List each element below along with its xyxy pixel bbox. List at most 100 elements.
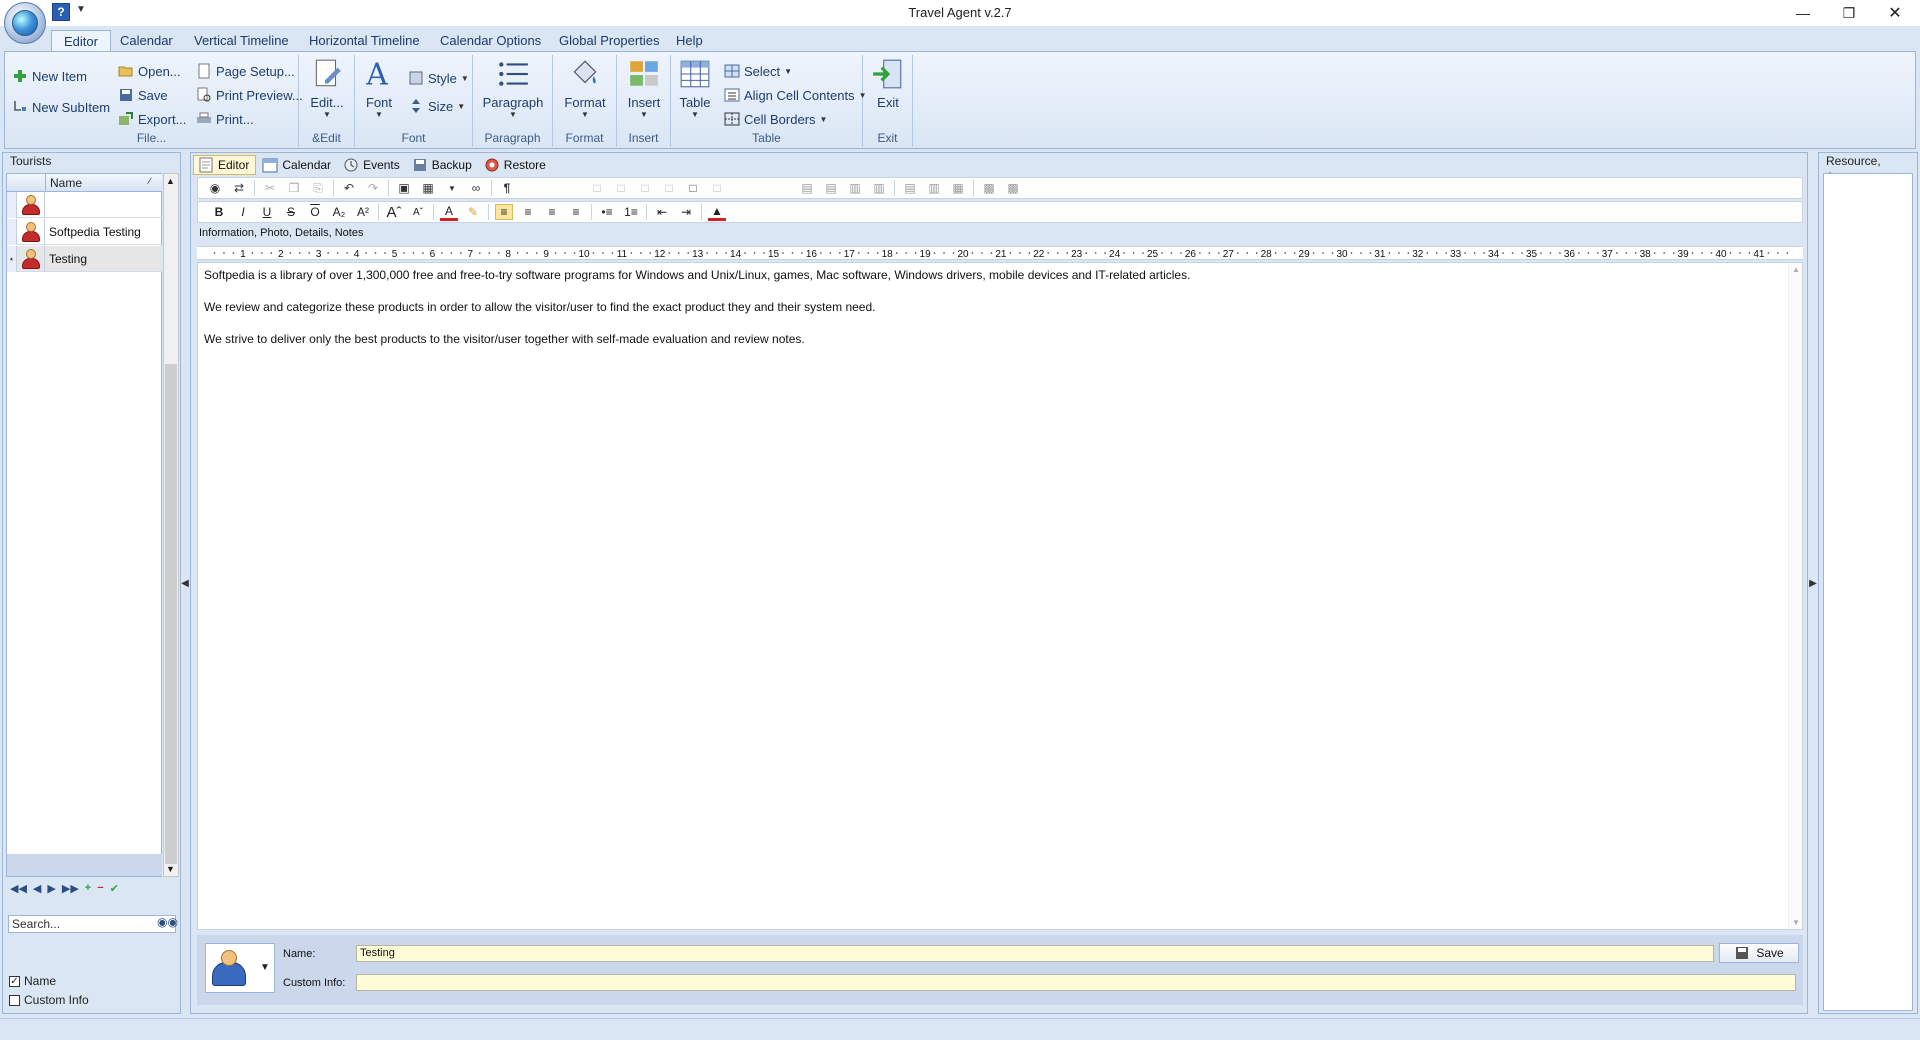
resource-list[interactable] [1823,173,1913,1011]
help-icon[interactable]: ? [52,3,70,21]
delete-table-icon[interactable]: ▦ [949,181,967,195]
italic-icon[interactable]: I [234,205,252,219]
subscript-icon[interactable]: A₂ [330,205,348,219]
superscript-icon[interactable]: A² [354,205,372,219]
insert-row-above-icon[interactable]: ▤ [798,181,816,195]
delete-column-icon[interactable]: ▥ [925,181,943,195]
open-button[interactable]: Open... [115,60,184,82]
justify-icon[interactable]: ≡ [567,205,585,219]
save-button[interactable]: Save [1719,943,1799,963]
ribbon-tab-editor[interactable]: Editor [51,30,111,52]
find-icon[interactable]: ◉ [206,181,224,195]
close-button[interactable]: ✕ [1872,0,1918,26]
tourist-row[interactable] [7,191,162,218]
new-subitem-button[interactable]: New SubItem [9,96,113,118]
shrink-font-icon[interactable]: Aˇ [409,207,427,218]
ribbon-tab-global-properties[interactable]: Global Properties [547,30,671,52]
name-filter-checkbox[interactable]: ✓ Name [9,973,56,989]
ribbon-tab-horizontal-timeline[interactable]: Horizontal Timeline [297,30,432,52]
border-outside-icon[interactable]: □ [612,181,630,195]
copy-icon[interactable]: ❐ [285,181,303,195]
format-button[interactable]: Format ▼ [559,57,611,127]
binoculars-icon[interactable]: ◉◉ [157,915,178,933]
font-button[interactable]: A Font ▼ [357,57,401,127]
grid-icon-column-header[interactable] [17,174,46,191]
edit-button[interactable]: Edit... ▼ [303,57,351,127]
name-column-header[interactable]: Name [50,176,82,190]
paragraph-button[interactable]: Paragraph ▼ [479,57,547,127]
scroll-thumb[interactable] [165,364,177,864]
insert-table-icon[interactable]: ▦ [419,181,437,195]
font-color-icon[interactable]: A [440,204,458,221]
hyperlink-icon[interactable]: ∞ [467,181,485,195]
first-record-icon[interactable]: ◀◀ [10,882,27,895]
tourist-row-selected[interactable]: ⋆ Testing [7,245,162,272]
bold-icon[interactable]: B [210,205,228,219]
page-setup-button[interactable]: Page Setup... [193,60,298,82]
pilcrow-icon[interactable]: ¶ [498,181,516,195]
cut-icon[interactable]: ✂ [261,181,279,195]
split-cells-icon[interactable]: ▩ [1004,181,1022,195]
name-field[interactable]: Testing [356,945,1714,962]
doc-tab-restore[interactable]: Restore [480,155,552,175]
minimize-button[interactable]: — [1780,0,1826,26]
border-all-icon[interactable]: □ [684,181,702,195]
custom-info-filter-checkbox[interactable]: Custom Info [9,992,89,1008]
right-splitter[interactable]: ▶ [1809,152,1817,1014]
paste-icon[interactable]: ⎘ [309,181,327,196]
application-menu-button[interactable] [4,2,46,44]
border-inside-icon[interactable]: □ [636,181,654,195]
new-item-button[interactable]: New Item [9,65,90,87]
align-cell-contents-button[interactable]: Align Cell Contents ▼ [721,84,869,106]
ribbon-tab-calendar-options[interactable]: Calendar Options [428,30,553,52]
custom-info-field[interactable] [356,974,1796,991]
align-left-icon[interactable]: ≡ [495,204,513,220]
editor-scroll-down-icon[interactable]: ▼ [1792,918,1800,927]
photo-picker-button[interactable]: ▼ [205,943,275,993]
quick-access-dropdown-icon[interactable]: ▼ [76,4,86,15]
delete-record-icon[interactable]: − [97,882,103,894]
print-preview-button[interactable]: Print Preview... [193,84,306,106]
prev-record-icon[interactable]: ◀ [33,882,41,895]
ribbon-tab-calendar[interactable]: Calendar [108,30,185,52]
border-top-icon[interactable]: □ [660,181,678,195]
delete-row-icon[interactable]: ▤ [901,181,919,195]
strikethrough-icon[interactable]: S [282,205,300,219]
table-button[interactable]: Table ▼ [675,57,715,127]
exit-button[interactable]: Exit [867,57,909,127]
align-center-icon[interactable]: ≡ [519,205,537,219]
photo-dropdown-icon[interactable]: ▼ [260,962,270,973]
increase-indent-icon[interactable]: ⇥ [677,205,695,219]
add-record-icon[interactable]: + [85,882,91,894]
fill-color-icon[interactable]: ▲ [708,204,726,221]
ruler[interactable]: 1 2 3 4 5 6 7 8 9 10 11 12 13 14 15 16 17 18 19 20 21 22 23 24 2… [197,246,1803,260]
search-input[interactable]: Search... [8,915,176,933]
cell-borders-button[interactable]: Cell Borders ▼ [721,108,830,130]
tourist-row[interactable]: Softpedia Testing [7,218,162,245]
undo-icon[interactable]: ↶ [340,181,358,195]
table-dropdown-icon[interactable]: ▼ [443,184,461,193]
next-record-icon[interactable]: ▶ [47,882,55,895]
numbering-icon[interactable]: 1≡ [622,205,640,219]
insert-column-left-icon[interactable]: ▥ [846,181,864,195]
doc-tab-backup[interactable]: Backup [408,155,478,175]
ribbon-tab-vertical-timeline[interactable]: Vertical Timeline [182,30,301,52]
select-button[interactable]: Select ▼ [721,60,795,82]
scroll-up-icon[interactable]: ▲ [166,176,175,186]
editor-scroll-up-icon[interactable]: ▲ [1792,265,1800,274]
export-button[interactable]: Export... [115,108,189,130]
grow-font-icon[interactable]: Aˆ [385,204,403,221]
insert-column-right-icon[interactable]: ▥ [870,181,888,195]
print-button[interactable]: Print... [193,108,257,130]
tourists-scrollbar[interactable]: ▲ ▼ [163,173,179,877]
border-none-icon[interactable]: □ [588,181,606,195]
collapse-left-icon[interactable]: ◀ [181,578,189,589]
merge-cells-icon[interactable]: ▩ [980,181,998,195]
save-ribbon-button[interactable]: Save [115,84,171,106]
redo-icon[interactable]: ↷ [364,181,382,195]
post-record-icon[interactable]: ✔ [110,882,119,895]
left-splitter[interactable]: ◀ [181,152,189,1014]
border-bottom-icon[interactable]: □ [708,181,726,195]
insert-image-icon[interactable]: ▣ [395,181,413,195]
restore-button[interactable]: ❐ [1826,0,1872,26]
